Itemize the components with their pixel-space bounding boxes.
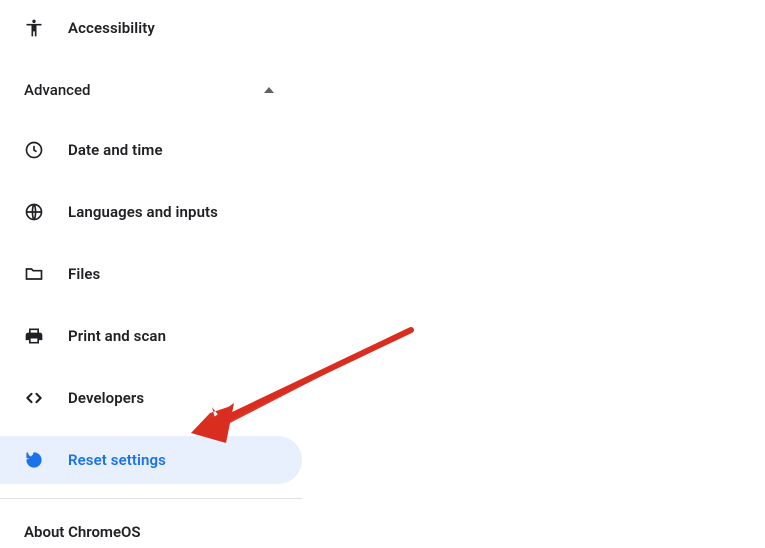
accessibility-icon xyxy=(24,18,44,38)
sidebar-item-label: Date and time xyxy=(68,141,163,159)
clock-icon xyxy=(24,140,44,160)
sidebar-section-advanced[interactable]: Advanced xyxy=(0,66,302,114)
sidebar-item-label: Print and scan xyxy=(68,327,166,345)
sidebar-item-label: Files xyxy=(68,265,100,283)
sidebar-item-about[interactable]: About ChromeOS xyxy=(0,499,141,541)
sidebar-item-print-scan[interactable]: Print and scan xyxy=(0,312,302,360)
sidebar-item-label: Developers xyxy=(68,389,144,407)
sidebar-item-reset-settings[interactable]: Reset settings xyxy=(0,436,302,484)
sidebar-item-date-time[interactable]: Date and time xyxy=(0,126,302,174)
sidebar-item-label: Languages and inputs xyxy=(68,203,218,221)
sidebar-item-developers[interactable]: Developers xyxy=(0,374,302,422)
globe-icon xyxy=(24,202,44,222)
sidebar-item-accessibility[interactable]: Accessibility xyxy=(0,4,302,52)
chevron-up-icon xyxy=(264,87,274,93)
code-icon xyxy=(24,388,44,408)
sidebar-section-label: Advanced xyxy=(24,81,90,99)
printer-icon xyxy=(24,326,44,346)
reset-icon xyxy=(24,450,44,470)
sidebar-item-languages[interactable]: Languages and inputs xyxy=(0,188,302,236)
sidebar-item-label: Reset settings xyxy=(68,451,166,469)
folder-icon xyxy=(24,264,44,284)
sidebar-item-files[interactable]: Files xyxy=(0,250,302,298)
settings-sidebar: Accessibility Advanced Date and time Lan… xyxy=(0,0,302,541)
sidebar-item-label: Accessibility xyxy=(68,19,155,37)
